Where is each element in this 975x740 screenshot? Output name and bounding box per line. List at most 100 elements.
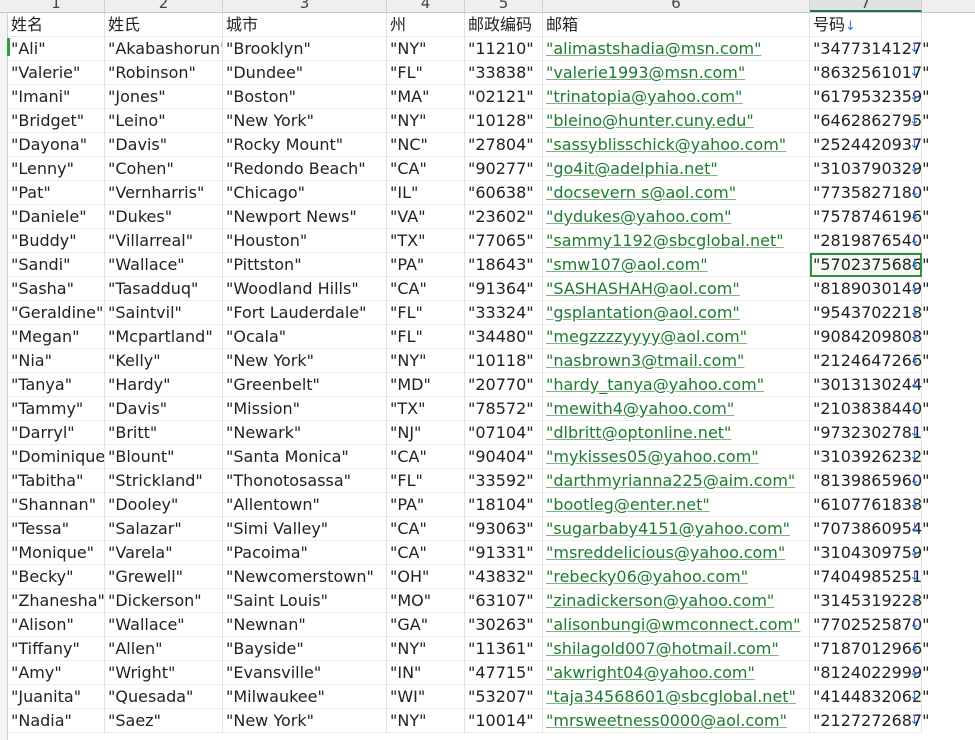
cell-phone[interactable]: "3104309759" ↓	[810, 541, 930, 565]
cell-city[interactable]: "Pittston"	[223, 253, 387, 277]
cell-phone[interactable]: "3013130244" ↓	[810, 373, 930, 397]
cell-last-name[interactable]: "Mcpartland"	[105, 325, 223, 349]
cell-first-name[interactable]: "Imani"	[8, 85, 105, 109]
header-cell-phone[interactable]: 号码↓	[810, 13, 922, 37]
cell-state[interactable]: "OH"	[387, 565, 465, 589]
cell-state[interactable]: "GA"	[387, 613, 465, 637]
cell-email[interactable]: "rebecky06@yahoo.com"	[543, 565, 810, 589]
cell-last-name[interactable]: "Tasadduq"	[105, 277, 223, 301]
cell-state[interactable]: "CA"	[387, 157, 465, 181]
cell-phone[interactable]: "8632561017" ↓	[810, 61, 930, 85]
cell-first-name[interactable]: "Alison"	[8, 613, 105, 637]
cell-state[interactable]: "CA"	[387, 445, 465, 469]
cell-phone[interactable]: "7702525870" ↓	[810, 613, 930, 637]
cell-last-name[interactable]: "Kelly"	[105, 349, 223, 373]
cell-phone[interactable]: "2127272687" ↓	[810, 709, 930, 733]
cell-state[interactable]: "TX"	[387, 397, 465, 421]
cell-first-name[interactable]: "Juanita"	[8, 685, 105, 709]
cell-phone[interactable]: "7187012966" ↓	[810, 637, 930, 661]
cell-email[interactable]: "alisonbungi@wmconnect.com"	[543, 613, 810, 637]
cell-last-name[interactable]: "Saintvil"	[105, 301, 223, 325]
cell-last-name[interactable]: "Wright"	[105, 661, 223, 685]
cell-last-name[interactable]: "Wallace"	[105, 253, 223, 277]
cell-phone[interactable]: "7735827180" ↓	[810, 181, 930, 205]
cell-state[interactable]: "NY"	[387, 349, 465, 373]
cell-email[interactable]: "dlbritt@optonline.net"	[543, 421, 810, 445]
cell-city[interactable]: "Milwaukee"	[223, 685, 387, 709]
cell-zip[interactable]: "93063"	[465, 517, 543, 541]
cell-city[interactable]: "Simi Valley"	[223, 517, 387, 541]
cell-first-name[interactable]: "Sandi"	[8, 253, 105, 277]
cell-city[interactable]: "Brooklyn"	[223, 37, 387, 61]
cell-email[interactable]: "alimastshadia@msn.com"	[543, 37, 810, 61]
cell-zip[interactable]: "07104"	[465, 421, 543, 445]
cell-first-name[interactable]: "Pat"	[8, 181, 105, 205]
column-number-2[interactable]: 2	[105, 0, 223, 12]
cell-email[interactable]: "bleino@hunter.cuny.edu"	[543, 109, 810, 133]
cell-state[interactable]: "MD"	[387, 373, 465, 397]
cell-last-name[interactable]: "Cohen"	[105, 157, 223, 181]
cell-phone[interactable]: "8189030149" ↓	[810, 277, 930, 301]
cell-phone[interactable]: "9084209808" ↓	[810, 325, 930, 349]
cell-last-name[interactable]: "Davis"	[105, 133, 223, 157]
cell-city[interactable]: "Chicago"	[223, 181, 387, 205]
cell-state[interactable]: "PA"	[387, 253, 465, 277]
cell-city[interactable]: "Santa Monica"	[223, 445, 387, 469]
cell-first-name[interactable]: "Tiffany"	[8, 637, 105, 661]
cell-city[interactable]: "Saint Louis"	[223, 589, 387, 613]
cell-email[interactable]: "shilagold007@hotmail.com"	[543, 637, 810, 661]
cell-city[interactable]: "Redondo Beach"	[223, 157, 387, 181]
cell-last-name[interactable]: "Allen"	[105, 637, 223, 661]
cell-zip[interactable]: "11361"	[465, 637, 543, 661]
cell-state[interactable]: "CA"	[387, 541, 465, 565]
cell-city[interactable]: "Rocky Mount"	[223, 133, 387, 157]
cell-email[interactable]: "msreddelicious@yahoo.com"	[543, 541, 810, 565]
cell-last-name[interactable]: "Britt"	[105, 421, 223, 445]
cell-email[interactable]: "bootleg@enter.net"	[543, 493, 810, 517]
cell-state[interactable]: "CA"	[387, 517, 465, 541]
cell-phone[interactable]: "8124022999" ↓	[810, 661, 930, 685]
cell-zip[interactable]: "91331"	[465, 541, 543, 565]
cell-city[interactable]: "Pacoima"	[223, 541, 387, 565]
cell-zip[interactable]: "11210"	[465, 37, 543, 61]
cell-first-name[interactable]: "Darryl"	[8, 421, 105, 445]
header-cell-email[interactable]: 邮箱	[543, 13, 810, 37]
cell-city[interactable]: "Ocala"	[223, 325, 387, 349]
cell-state[interactable]: "VA"	[387, 205, 465, 229]
cell-state[interactable]: "FL"	[387, 301, 465, 325]
cell-first-name[interactable]: "Valerie"	[8, 61, 105, 85]
cell-phone[interactable]: "5702375686" ↓	[810, 253, 930, 277]
cell-zip[interactable]: "23602"	[465, 205, 543, 229]
cell-state[interactable]: "FL"	[387, 325, 465, 349]
cell-city[interactable]: "Newcomerstown"	[223, 565, 387, 589]
cell-last-name[interactable]: "Davis"	[105, 397, 223, 421]
cell-state[interactable]: "MA"	[387, 85, 465, 109]
cell-last-name[interactable]: "Jones"	[105, 85, 223, 109]
cell-zip[interactable]: "27804"	[465, 133, 543, 157]
cell-email[interactable]: "trinatopia@yahoo.com"	[543, 85, 810, 109]
cell-email[interactable]: "nasbrown3@tmail.com"	[543, 349, 810, 373]
cell-city[interactable]: "New York"	[223, 349, 387, 373]
cell-first-name[interactable]: "Tabitha"	[8, 469, 105, 493]
cell-phone[interactable]: "3103790329" ↓	[810, 157, 930, 181]
cell-zip[interactable]: "78572"	[465, 397, 543, 421]
cell-phone[interactable]: "6179532359" ↓	[810, 85, 930, 109]
cell-email[interactable]: "mykisses05@yahoo.com"	[543, 445, 810, 469]
cell-zip[interactable]: "18104"	[465, 493, 543, 517]
header-cell-state[interactable]: 州	[387, 13, 465, 37]
cell-zip[interactable]: "20770"	[465, 373, 543, 397]
cell-email[interactable]: "dydukes@yahoo.com"	[543, 205, 810, 229]
cell-zip[interactable]: "91364"	[465, 277, 543, 301]
cell-phone[interactable]: "2103838440" ↓	[810, 397, 930, 421]
cell-zip[interactable]: "47715"	[465, 661, 543, 685]
cell-email[interactable]: "sammy1192@sbcglobal.net"	[543, 229, 810, 253]
cell-first-name[interactable]: "Ali"	[8, 37, 105, 61]
cell-first-name[interactable]: "Geraldine"	[8, 301, 105, 325]
cell-phone[interactable]: "3477314127" ↓	[810, 37, 930, 61]
cell-zip[interactable]: "33838"	[465, 61, 543, 85]
header-cell-first-name[interactable]: 姓名	[8, 13, 105, 37]
cell-email[interactable]: "sassyblisschick@yahoo.com"	[543, 133, 810, 157]
header-cell-last-name[interactable]: 姓氏	[105, 13, 223, 37]
cell-zip[interactable]: "53207"	[465, 685, 543, 709]
cell-phone[interactable]: "9732302781" ↓	[810, 421, 930, 445]
